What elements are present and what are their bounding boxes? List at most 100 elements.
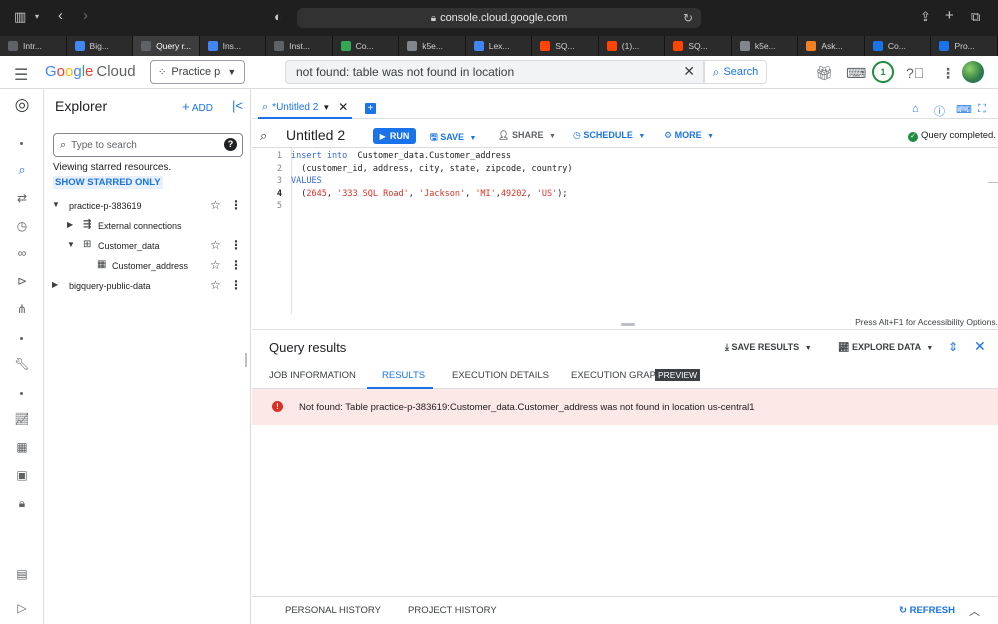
star-icon[interactable]: ☆: [210, 198, 221, 212]
transfers-icon[interactable]: ⇄: [0, 191, 44, 205]
release-notes-icon[interactable]: ▤: [0, 567, 44, 581]
more-vert-icon[interactable]: ⋮: [230, 258, 242, 272]
browser-tab[interactable]: Pro...: [931, 36, 998, 56]
more-button[interactable]: ⚙ MORE ▼: [664, 130, 714, 141]
fullscreen-icon[interactable]: ⛶: [978, 103, 986, 116]
chevron-down-icon[interactable]: ▾: [35, 12, 39, 21]
tree-item-table[interactable]: ▦ Customer_address ☆ ⋮: [44, 256, 251, 276]
chevron-down-icon[interactable]: ▼: [52, 200, 60, 209]
expand-icon[interactable]: ⇕: [948, 340, 958, 354]
back-icon[interactable]: ‹: [58, 7, 63, 24]
show-starred-button[interactable]: SHOW STARRED ONLY: [53, 176, 163, 189]
sidebar-toggle-icon[interactable]: ▥: [14, 9, 26, 25]
refresh-button[interactable]: ↻ REFRESH: [899, 605, 955, 616]
notifications-badge[interactable]: 1: [872, 61, 894, 83]
help-icon[interactable]: ?⃝: [906, 65, 924, 81]
save-results-button[interactable]: ⤓ SAVE RESULTS ▼: [725, 342, 812, 353]
browser-tab[interactable]: SQ...: [532, 36, 599, 56]
reload-icon[interactable]: ↻: [683, 11, 693, 25]
close-icon[interactable]: ✕: [974, 338, 986, 355]
browser-tab[interactable]: Co...: [865, 36, 932, 56]
keyboard-icon[interactable]: ⌨: [956, 103, 972, 116]
pipelines-icon[interactable]: ⊳: [0, 274, 44, 288]
tree-item-public-data[interactable]: ▶ bigquery-public-data ☆ ⋮: [44, 276, 251, 296]
more-vert-icon[interactable]: ⋮: [230, 238, 242, 252]
monitoring-icon[interactable]: 📈︎: [0, 412, 44, 426]
help-icon[interactable]: ?: [224, 138, 237, 151]
close-icon[interactable]: ✕: [683, 63, 695, 80]
browser-tab[interactable]: k5e...: [732, 36, 799, 56]
tab-personal-history[interactable]: PERSONAL HISTORY: [285, 605, 381, 616]
browser-tab[interactable]: Co...: [333, 36, 400, 56]
browser-tab[interactable]: Ins...: [200, 36, 267, 56]
browser-tab[interactable]: Ask...: [798, 36, 865, 56]
home-icon[interactable]: ⌂: [912, 103, 919, 115]
browser-tab[interactable]: Query r...: [133, 36, 200, 56]
chevron-right-icon[interactable]: ▶: [52, 280, 58, 289]
browser-tab[interactable]: Big...: [67, 36, 134, 56]
query-title[interactable]: Untitled 2: [286, 127, 345, 143]
add-data-button[interactable]: + ADD: [182, 99, 213, 114]
close-icon[interactable]: ✕: [338, 100, 348, 114]
tree-item-project[interactable]: ▼ practice-p-383619 ☆ ⋮: [44, 196, 251, 216]
new-tab-icon[interactable]: +: [945, 7, 954, 24]
tab-overview-icon[interactable]: ⧉: [971, 9, 980, 25]
panel-resize-handle[interactable]: [245, 353, 247, 367]
explorer-search-input[interactable]: ⌕ Type to search ?: [53, 133, 243, 157]
collapse-panel-icon[interactable]: |<: [232, 98, 243, 113]
graph-icon[interactable]: ⋔: [0, 302, 44, 316]
wrench-icon[interactable]: 🔧︎: [0, 357, 44, 371]
more-vert-icon[interactable]: ⋮: [941, 65, 955, 82]
browser-tab[interactable]: (1)...: [599, 36, 666, 56]
chevron-down-icon[interactable]: ▼: [322, 103, 330, 112]
forward-icon[interactable]: ›: [83, 7, 88, 24]
star-icon[interactable]: ☆: [210, 278, 221, 292]
browser-tab[interactable]: k5e...: [399, 36, 466, 56]
tab-job-information[interactable]: JOB INFORMATION: [269, 370, 356, 381]
browser-tab[interactable]: SQ...: [665, 36, 732, 56]
scheduled-queries-icon[interactable]: ∞: [0, 246, 44, 260]
cloud-shell-icon[interactable]: ⌨: [846, 65, 866, 82]
address-bar[interactable]: 🔒︎ console.cloud.google.com ↻: [297, 8, 701, 28]
star-icon[interactable]: ☆: [210, 258, 221, 272]
tab-untitled-2[interactable]: ⌕ *Untitled 2 ▼ ✕: [258, 97, 353, 119]
search-input[interactable]: not found: table was not found in locati…: [285, 60, 704, 84]
run-button[interactable]: ▶ RUN: [373, 128, 416, 144]
privacy-shield-icon[interactable]: ◐: [274, 9, 282, 24]
explore-data-button[interactable]: 📈︎ EXPLORE DATA ▼: [838, 342, 933, 353]
save-button[interactable]: 🖫︎ SAVE ▼: [430, 130, 476, 146]
more-vert-icon[interactable]: ⋮: [230, 198, 242, 212]
menu-icon[interactable]: ☰: [14, 65, 28, 85]
grid-icon[interactable]: ▦: [0, 440, 44, 454]
tree-item-external-connections[interactable]: ▶ ⇶ External connections: [44, 216, 251, 236]
history-icon[interactable]: ◷: [0, 219, 44, 233]
search-button[interactable]: ⌕ Search: [704, 60, 767, 84]
chevron-down-icon[interactable]: ▼: [67, 240, 75, 249]
chevron-right-icon[interactable]: ▶: [67, 220, 73, 229]
tab-project-history[interactable]: PROJECT HISTORY: [408, 605, 497, 616]
tab-execution-details[interactable]: EXECUTION DETAILS: [452, 370, 549, 381]
share-icon[interactable]: ⇪: [920, 9, 931, 25]
more-vert-icon[interactable]: ⋮: [230, 278, 242, 292]
avatar[interactable]: [962, 61, 984, 83]
expand-rail-icon[interactable]: ▷: [0, 601, 44, 615]
gift-icon[interactable]: 🎁︎: [815, 65, 833, 82]
lock-icon[interactable]: 🔒︎: [0, 496, 44, 511]
google-cloud-logo[interactable]: Google Cloud: [45, 63, 136, 80]
search-icon[interactable]: ⌕: [0, 162, 44, 178]
share-button[interactable]: 👤︎ SHARE ▼: [498, 130, 556, 141]
chevron-up-icon[interactable]: ︿: [969, 603, 980, 619]
tab-results[interactable]: RESULTS: [382, 370, 425, 381]
star-icon[interactable]: ☆: [210, 238, 221, 252]
editor-resize-handle[interactable]: [621, 323, 635, 326]
browser-tab[interactable]: Inst...: [266, 36, 333, 56]
admin-icon[interactable]: ▣: [0, 468, 44, 482]
tree-item-dataset[interactable]: ▼ ⊞ Customer_data ☆ ⋮: [44, 236, 251, 256]
project-picker[interactable]: ⁘ Practice p ▼: [150, 60, 245, 84]
sql-editor[interactable]: 1 2 3 4 5 insert into Customer_data.Cust…: [252, 148, 998, 328]
new-query-button[interactable]: +: [365, 103, 376, 114]
browser-tab[interactable]: Intr...: [0, 36, 67, 56]
schedule-button[interactable]: ◷ SCHEDULE ▼: [573, 130, 645, 141]
info-icon[interactable]: ⓘ: [934, 103, 945, 119]
bigquery-icon[interactable]: ◎: [0, 95, 44, 115]
